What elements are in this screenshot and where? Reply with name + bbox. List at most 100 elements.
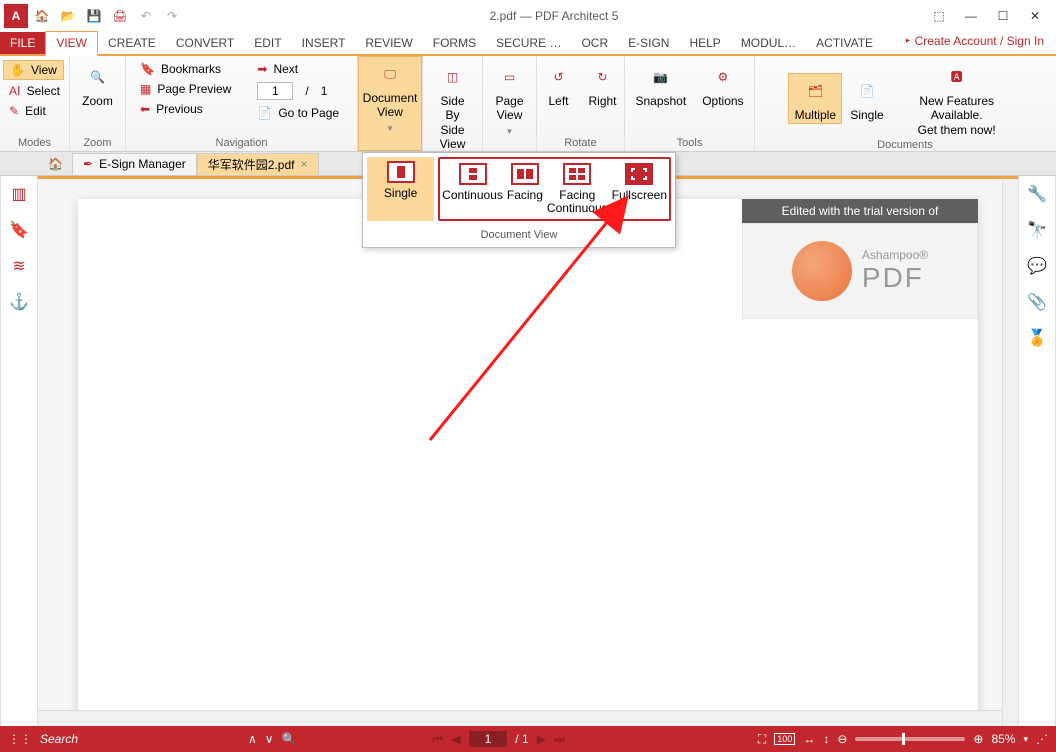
previous-label: Previous	[156, 102, 203, 116]
zoom-button[interactable]: 🔍 Zoom	[74, 60, 121, 108]
tab-modules[interactable]: MODUL…	[731, 32, 806, 54]
tab-create[interactable]: CREATE	[98, 32, 166, 54]
zoom-value[interactable]: 85%	[991, 732, 1015, 746]
home-icon[interactable]: 🏠	[30, 4, 54, 28]
doctab-esign[interactable]: ✒ E-Sign Manager	[72, 153, 197, 175]
tab-review[interactable]: REVIEW	[355, 32, 422, 54]
page-first-icon[interactable]: ⏮	[433, 732, 444, 747]
tab-secure[interactable]: SECURE …	[486, 32, 571, 54]
tab-activate[interactable]: ACTIVATE	[806, 32, 883, 54]
pageview-icon: ▭	[496, 64, 524, 90]
mode-edit-button[interactable]: ✎Edit	[3, 102, 52, 120]
horizontal-scrollbar[interactable]	[38, 710, 1002, 726]
page-last-icon[interactable]: ⏭	[554, 732, 565, 747]
status-search-input[interactable]	[40, 732, 240, 746]
tab-file[interactable]: FILE	[0, 32, 45, 54]
attachment-icon[interactable]: 📎	[1025, 290, 1049, 314]
actualsize-icon[interactable]: 100	[774, 733, 795, 745]
home-tab-icon[interactable]: 🏠	[48, 157, 63, 171]
tab-convert[interactable]: CONVERT	[166, 32, 244, 54]
maximize-icon[interactable]: ☐	[988, 4, 1018, 28]
zoom-out-icon[interactable]: ⊖	[837, 732, 847, 746]
documentview-dropdown: Single Continuous Facing Facing Continuo…	[362, 152, 676, 248]
pageview-button[interactable]: ▭ Page View ▼	[487, 60, 531, 136]
print-icon[interactable]: 🖨	[108, 4, 132, 28]
pagepreview-button[interactable]: ▦Page Preview	[134, 80, 237, 98]
group-documents: 🗂 Multiple 📄 Single 🅰 New Features Avail…	[775, 56, 1035, 151]
next-button[interactable]: ➡ Next	[251, 60, 304, 78]
viewmode-single-button[interactable]: Single	[367, 157, 434, 221]
vertical-scrollbar[interactable]	[1002, 179, 1018, 726]
fitwidth-icon[interactable]: ↔	[803, 732, 815, 746]
search-prev-icon[interactable]: ∧	[248, 732, 257, 746]
snapshot-button[interactable]: 📷 Snapshot	[627, 60, 694, 108]
main-area: ▥ 🔖 ≋ ⚓ Edited with the trial version of…	[0, 176, 1056, 726]
docmode-single-label: Single	[850, 108, 883, 122]
fullscreen-status-icon[interactable]: ⛶	[758, 732, 766, 747]
anchor-icon[interactable]: ⚓	[7, 290, 31, 314]
viewmode-facingcont-button[interactable]: Facing Continuous	[545, 159, 610, 219]
fitpage-icon[interactable]: ↕	[823, 732, 829, 746]
hand-icon: ✋	[10, 63, 25, 77]
minimize-icon[interactable]: —	[956, 4, 986, 28]
tab-help[interactable]: HELP	[679, 32, 730, 54]
viewmode-fullscreen-button[interactable]: Fullscreen	[610, 159, 669, 219]
rotate-right-button[interactable]: ↻ Right	[581, 60, 625, 108]
group-tools-label: Tools	[633, 135, 746, 149]
comment-icon[interactable]: 💬	[1025, 254, 1049, 278]
layers-icon[interactable]: ≋	[7, 254, 31, 278]
documentview-button[interactable]: 🖵 Document View ▼	[358, 56, 422, 151]
undo-icon[interactable]: ↶	[134, 4, 158, 28]
mode-select-button[interactable]: AⅠSelect	[3, 82, 66, 100]
viewmode-continuous-button[interactable]: Continuous	[440, 159, 505, 219]
wrench-icon[interactable]: 🔧	[1025, 182, 1049, 206]
page-number-input[interactable]	[257, 82, 293, 100]
sidebyside-button[interactable]: ◫ Side By Side View	[431, 60, 475, 152]
previous-button[interactable]: ⬅Previous	[134, 100, 209, 118]
tab-view[interactable]: VIEW	[45, 31, 98, 56]
docmode-multiple-button[interactable]: 🗂 Multiple	[788, 73, 842, 123]
thumbnails-icon[interactable]: ▥	[7, 182, 31, 206]
viewmode-facing-button[interactable]: Facing	[505, 159, 545, 219]
gotopage-label: Go to Page	[278, 106, 339, 120]
tab-ocr[interactable]: OCR	[571, 32, 618, 54]
award-icon[interactable]: 🏅	[1025, 326, 1049, 350]
docmode-single-button[interactable]: 📄 Single	[842, 74, 891, 122]
zoom-menu-icon[interactable]: ▾	[1023, 734, 1028, 745]
save-icon[interactable]: 💾	[82, 4, 106, 28]
right-panel-rail: 🔧 🔭 💬 📎 🏅	[1018, 176, 1056, 726]
bookmarks-rail-icon[interactable]: 🔖	[7, 218, 31, 242]
new-features-button[interactable]: 🅰 New Features Available. Get them now!	[892, 60, 1022, 137]
tab-esign[interactable]: E-SIGN	[618, 32, 679, 54]
next-icon: ➡	[257, 62, 267, 76]
options-button[interactable]: ⚙ Options	[694, 60, 751, 108]
tab-forms[interactable]: FORMS	[423, 32, 486, 54]
group-pageview: ▭ Page View ▼	[483, 56, 537, 151]
facing-continuous-icon	[563, 163, 591, 185]
app-icon[interactable]: A	[4, 4, 28, 28]
document-canvas[interactable]: Edited with the trial version of Ashampo…	[38, 176, 1018, 726]
account-link[interactable]: Create Account / Sign In	[904, 34, 1044, 48]
sidebyside-icon: ◫	[439, 64, 467, 90]
bookmarks-button[interactable]: 🔖Bookmarks	[134, 60, 227, 78]
doctab-file[interactable]: 华军软件园2.pdf ×	[197, 153, 319, 175]
next-label: Next	[273, 62, 298, 76]
close-icon[interactable]: ✕	[1020, 4, 1050, 28]
binoculars-icon[interactable]: 🔭	[1025, 218, 1049, 242]
doctab-close-icon[interactable]: ×	[300, 157, 307, 171]
search-go-icon[interactable]: 🔍	[282, 732, 297, 746]
page-prev-icon[interactable]: ◀	[451, 732, 460, 746]
zoom-slider[interactable]	[855, 737, 965, 741]
ribbon-collapse-icon[interactable]: ⬚	[924, 4, 954, 28]
chevron-down-icon: ▼	[386, 124, 394, 134]
open-icon[interactable]: 📂	[56, 4, 80, 28]
rotate-left-button[interactable]: ↺ Left	[537, 60, 581, 108]
gotopage-button[interactable]: 📄Go to Page	[251, 104, 345, 122]
page-next-icon[interactable]: ▶	[537, 732, 546, 746]
redo-icon[interactable]: ↷	[160, 4, 184, 28]
search-next-icon[interactable]: ∨	[265, 732, 274, 746]
mode-view-button[interactable]: ✋View	[3, 60, 64, 80]
tab-insert[interactable]: INSERT	[292, 32, 356, 54]
tab-edit[interactable]: EDIT	[244, 32, 291, 54]
zoom-in-icon[interactable]: ⊕	[973, 732, 983, 746]
